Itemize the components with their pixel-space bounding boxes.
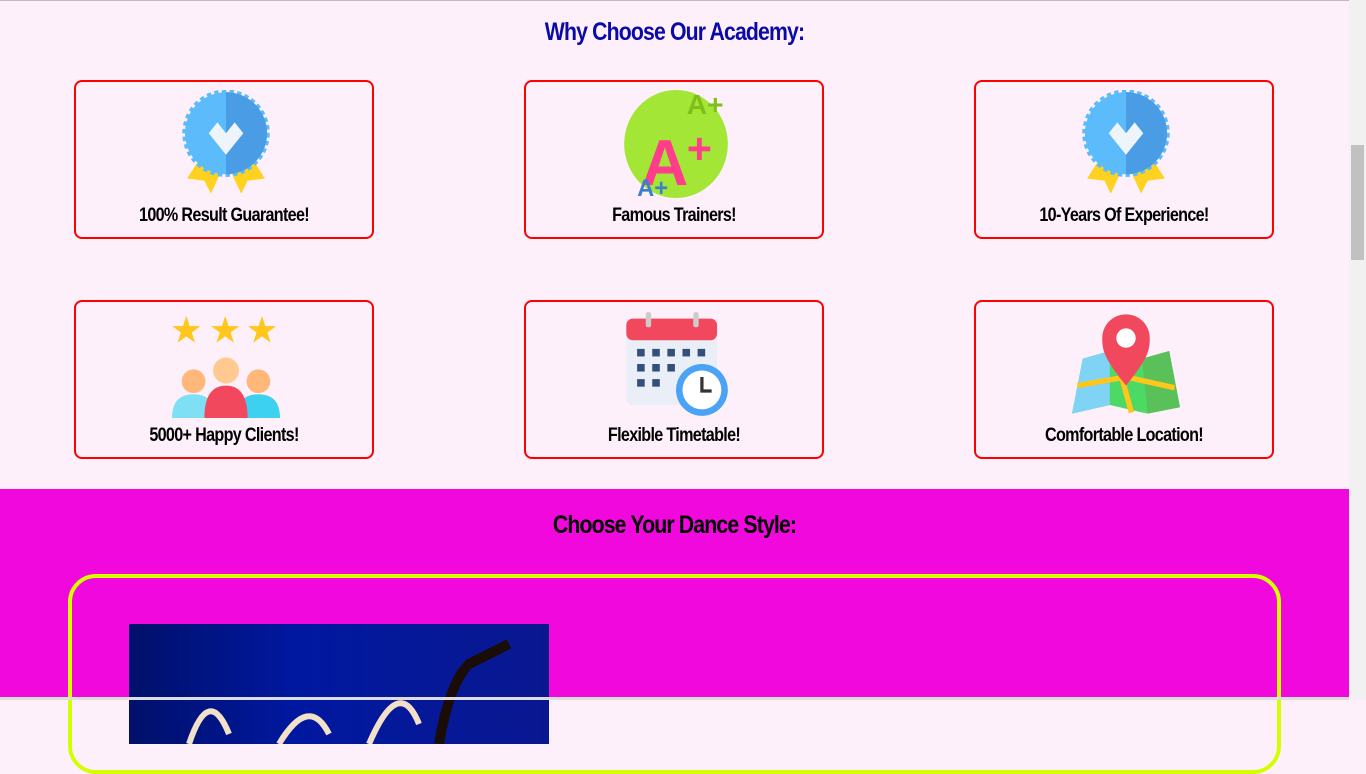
dance-style-section: Choose Your Dance Style:: [0, 489, 1349, 774]
svg-text:+: +: [687, 125, 712, 173]
feature-label: Flexible Timetable!: [607, 425, 741, 446]
dance-style-title: Choose Your Dance Style:: [552, 511, 797, 539]
svg-text:A+: A+: [687, 90, 724, 120]
award-badge-icon: [1082, 90, 1170, 194]
scrollbar-thumb[interactable]: [1351, 145, 1364, 260]
feature-card: 10-Years Of Experience!: [974, 80, 1274, 239]
vertical-scrollbar[interactable]: [1349, 0, 1366, 700]
feature-label: 10-Years Of Experience!: [1039, 205, 1209, 226]
happy-clients-stars-icon: ★ ★ ★: [172, 310, 280, 418]
dance-style-card: [68, 574, 1281, 774]
svg-text:★: ★: [245, 310, 278, 351]
map-pin-icon: [1072, 314, 1180, 414]
calendar-clock-icon: [626, 312, 728, 416]
svg-text:A+: A+: [637, 175, 668, 198]
feature-card: A+ A + A+ Famous Trainers!: [524, 80, 824, 239]
feature-label: Famous Trainers!: [612, 205, 736, 226]
features-title: Why Choose Our Academy:: [544, 18, 805, 46]
svg-text:★: ★: [209, 310, 242, 351]
feature-card: 100% Result Guarantee!: [74, 80, 374, 239]
feature-label: Comfortable Location!: [1045, 425, 1204, 446]
award-badge-icon: [182, 90, 270, 194]
feature-card: Comfortable Location!: [974, 300, 1274, 459]
feature-card: ★ ★ ★ 5000+ Happy Clients!: [74, 300, 374, 459]
feature-label: 5000+ Happy Clients!: [149, 425, 299, 446]
svg-text:★: ★: [172, 310, 203, 351]
feature-card: Flexible Timetable!: [524, 300, 824, 459]
dancer-image: [129, 624, 549, 746]
feature-label: 100% Result Guarantee!: [139, 205, 310, 226]
top-border: [0, 0, 1349, 3]
a-plus-grade-icon: A+A+A+: [624, 90, 728, 198]
